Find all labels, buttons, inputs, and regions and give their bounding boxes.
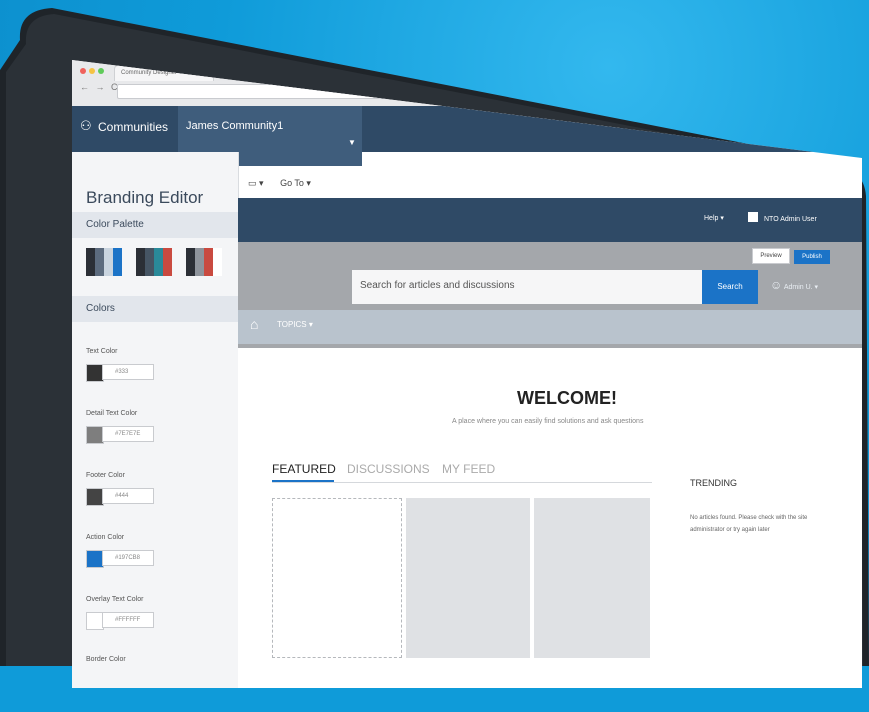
palette-option-3[interactable] <box>186 248 222 276</box>
palette-heading: Color Palette <box>72 212 238 238</box>
topics-menu[interactable]: TOPICS ▾ <box>277 320 313 329</box>
welcome-title: WELCOME! <box>517 388 617 408</box>
publish-button[interactable]: Publish <box>794 250 830 264</box>
trending-empty-message: No articles found. Please check with the… <box>690 515 808 533</box>
avatar <box>748 212 758 222</box>
featured-card-empty[interactable] <box>272 498 402 658</box>
close-window-icon[interactable] <box>80 68 86 74</box>
color-label: Overlay Text Color <box>86 596 144 603</box>
app-name: Communities <box>98 120 169 134</box>
welcome-subtitle: A place where you can easily find soluti… <box>452 418 644 425</box>
featured-card[interactable] <box>534 498 650 658</box>
desktop-icon[interactable]: ▭ <box>248 178 257 188</box>
tab-featured[interactable]: FEATURED <box>272 462 336 476</box>
search-button[interactable]: Search <box>702 270 758 304</box>
minimize-window-icon[interactable] <box>89 68 95 74</box>
color-label: Detail Text Color <box>86 410 138 417</box>
screen: Community Designer ← → C ⚇ Communities J… <box>72 60 862 688</box>
communities-icon: ⚇ <box>80 118 92 133</box>
color-hex-input[interactable]: #7E7E7E <box>102 426 154 442</box>
color-hex-input[interactable]: #197CB8 <box>102 550 154 566</box>
community-name: James Community1 <box>186 120 284 132</box>
color-hex-input[interactable]: #444 <box>102 488 154 504</box>
topics-nav <box>238 310 862 344</box>
tab-divider <box>272 482 652 483</box>
color-label: Action Color <box>86 534 125 541</box>
sidebar-title: Branding Editor <box>86 188 204 207</box>
smiley-avatar-icon: ☺ <box>770 278 783 292</box>
preview-button[interactable]: Preview <box>752 248 790 264</box>
colors-heading: Colors <box>72 296 238 322</box>
trending-title: TRENDING <box>690 478 737 488</box>
palette-option-1[interactable] <box>86 248 122 276</box>
featured-card[interactable] <box>406 498 530 658</box>
color-label: Border Color <box>86 656 126 663</box>
home-icon[interactable]: ⌂ <box>250 316 258 332</box>
help-menu[interactable]: Help ▾ <box>704 214 724 222</box>
color-label: Footer Color <box>86 472 125 479</box>
tab-my-feed[interactable]: MY FEED <box>442 462 495 476</box>
goto-dropdown[interactable]: Go To ▾ <box>280 178 311 188</box>
chevron-down-icon: ▼ <box>348 138 356 147</box>
browser-nav-buttons[interactable]: ← → C <box>80 82 120 92</box>
maximize-window-icon[interactable] <box>98 68 104 74</box>
device-dropdown[interactable]: ▾ <box>259 178 264 188</box>
color-label: Text Color <box>86 348 118 355</box>
search-input[interactable]: Search for articles and discussions <box>352 270 702 304</box>
toolbar: ▭ ▾ Go To ▾ <box>248 178 311 189</box>
user-name[interactable]: NTO Admin User <box>764 216 817 223</box>
palette-option-2[interactable] <box>136 248 172 276</box>
color-hex-input[interactable]: #333 <box>102 364 154 380</box>
user-menu[interactable]: ☺ Admin U. ▾ <box>770 278 818 292</box>
color-hex-input[interactable]: #FFFFFF <box>102 612 154 628</box>
tab-discussions[interactable]: DISCUSSIONS <box>347 462 430 476</box>
